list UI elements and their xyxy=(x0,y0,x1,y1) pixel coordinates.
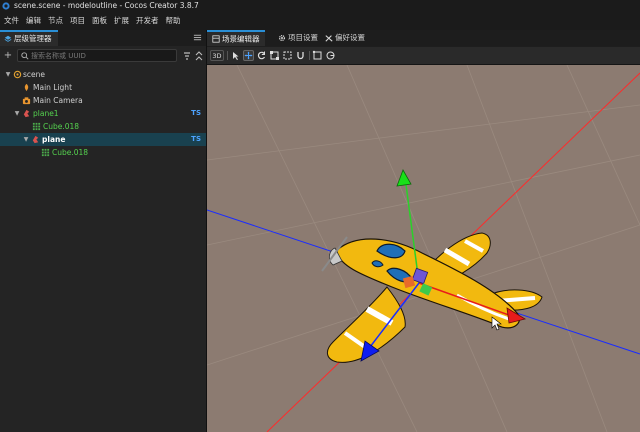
scene-viewport[interactable] xyxy=(207,65,640,432)
tab-hierarchy[interactable]: 层级管理器 xyxy=(0,30,58,46)
menu-developer[interactable]: 开发者 xyxy=(136,12,159,30)
scene-editor-icon xyxy=(212,35,220,43)
tree-node-plane1[interactable]: ▼ plane1 TS xyxy=(0,107,206,120)
toolbar-separator xyxy=(227,51,228,60)
prefab-node-icon xyxy=(32,135,39,144)
tab-label: 偏好设置 xyxy=(335,33,365,42)
tools-icon xyxy=(325,35,333,42)
move-tool-icon[interactable] xyxy=(243,50,254,61)
menu-project[interactable]: 项目 xyxy=(70,12,85,30)
ts-script-badge: TS xyxy=(191,109,201,117)
camera-icon xyxy=(22,97,31,105)
search-icon xyxy=(21,52,29,60)
tab-scene-editor[interactable]: 场景编辑器 xyxy=(207,30,265,46)
hierarchy-tab-bar: 层级管理器 xyxy=(0,30,206,46)
scene-canvas[interactable] xyxy=(207,65,640,432)
tree-node-cube018-b[interactable]: Cube.018 xyxy=(0,146,206,159)
menu-node[interactable]: 节点 xyxy=(48,12,63,30)
toggle-3d-button[interactable]: 3D xyxy=(210,50,224,61)
tree-node-label: scene xyxy=(23,70,46,79)
y-arrow-icon[interactable] xyxy=(396,169,412,187)
tree-node-label: plane xyxy=(42,135,66,144)
toolbar-separator xyxy=(309,51,310,60)
tree-node-plane[interactable]: ▼ plane TS xyxy=(0,133,206,146)
menu-help[interactable]: 帮助 xyxy=(166,12,181,30)
rotate-tool-icon[interactable] xyxy=(256,50,267,61)
scene-toolbar: 3D xyxy=(207,47,640,65)
gear-icon xyxy=(278,34,286,42)
menu-file[interactable]: 文件 xyxy=(4,12,19,30)
tree-node-label: Cube.018 xyxy=(43,122,80,131)
sort-icon[interactable] xyxy=(182,51,192,61)
menu-panel[interactable]: 面板 xyxy=(92,12,107,30)
hierarchy-search-input[interactable] xyxy=(31,50,171,61)
scene-tab-bar: 场景编辑器 项目设置 偏好设置 xyxy=(207,30,640,46)
title-bar: scene.scene - modeloutline - Cocos Creat… xyxy=(0,0,640,12)
pivot-mode-icon[interactable] xyxy=(312,50,323,61)
tree-node-cube018-a[interactable]: Cube.018 xyxy=(0,120,206,133)
menu-extension[interactable]: 扩展 xyxy=(114,12,129,30)
tree-node-label: Main Camera xyxy=(33,96,83,105)
tree-node-main-camera[interactable]: Main Camera xyxy=(0,94,206,107)
magnet-snap-icon[interactable] xyxy=(295,50,306,61)
panel-menu-icon[interactable] xyxy=(193,33,202,42)
hierarchy-search-row: + xyxy=(0,48,206,64)
tree-node-label: plane1 xyxy=(33,109,59,118)
expand-arrow-icon[interactable]: ▼ xyxy=(13,107,21,120)
tree-node-label: Main Light xyxy=(33,83,73,92)
tab-label: 项目设置 xyxy=(288,33,318,42)
tree-node-label: Cube.018 xyxy=(52,148,89,157)
select-tool-icon[interactable] xyxy=(230,50,241,61)
prefab-node-icon xyxy=(23,109,30,118)
ground-grid xyxy=(207,65,640,432)
light-icon xyxy=(24,83,29,92)
layers-icon xyxy=(4,35,12,42)
rect-tool-icon[interactable] xyxy=(282,50,293,61)
ts-script-badge: TS xyxy=(191,135,201,143)
tree-node-scene[interactable]: ▼ scene xyxy=(0,68,206,81)
menu-edit[interactable]: 编辑 xyxy=(26,12,41,30)
tab-project-settings[interactable]: 项目设置 xyxy=(273,30,323,46)
cocos-logo-icon xyxy=(2,2,10,10)
hierarchy-search-box[interactable] xyxy=(17,49,177,62)
hierarchy-panel: 层级管理器 + ▼ scene Main Light Main Camera ▼… xyxy=(0,30,207,432)
window-title: scene.scene - modeloutline - Cocos Creat… xyxy=(14,1,199,10)
scene-icon xyxy=(13,70,22,79)
expand-arrow-icon[interactable]: ▼ xyxy=(22,133,30,146)
tree-node-main-light[interactable]: Main Light xyxy=(0,81,206,94)
scale-tool-icon[interactable] xyxy=(269,50,280,61)
tab-preferences[interactable]: 偏好设置 xyxy=(320,30,370,46)
coordinate-space-icon[interactable] xyxy=(325,50,336,61)
scene-editor-area: 场景编辑器 项目设置 偏好设置 3D xyxy=(207,30,640,432)
collapse-all-icon[interactable] xyxy=(194,51,204,61)
airplane-model[interactable] xyxy=(321,232,543,363)
mesh-icon xyxy=(32,122,41,131)
menu-bar: 文件 编辑 节点 项目 面板 扩展 开发者 帮助 xyxy=(0,12,640,30)
mesh-icon xyxy=(41,148,50,157)
tab-label: 场景编辑器 xyxy=(222,34,260,44)
tab-hierarchy-label: 层级管理器 xyxy=(14,34,52,43)
add-node-button[interactable]: + xyxy=(2,50,14,62)
expand-arrow-icon[interactable]: ▼ xyxy=(4,68,12,81)
